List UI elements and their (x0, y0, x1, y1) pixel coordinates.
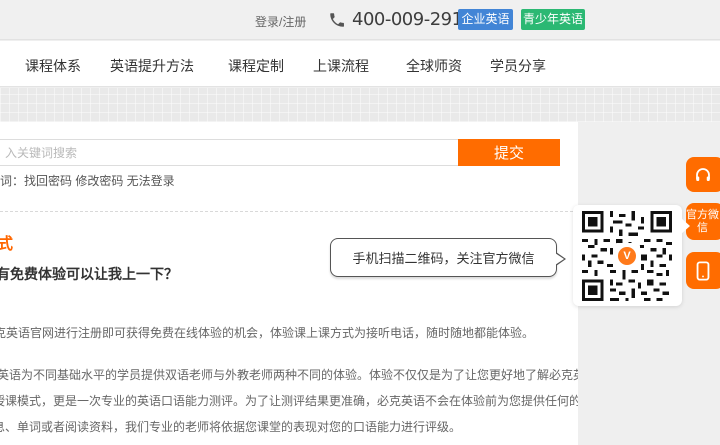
paragraph-line: 息、单词或者阅读资料，我们专业的老师将依据您课堂的表现对您的口语能力进行评级。 (0, 419, 461, 435)
paragraph-line: 授课模式，更是一次专业的英语口语能力测评。为了让测评结果更准确，必克英语不会在体… (0, 393, 578, 409)
paragraph-line: 克英语官网进行注册即可获得免费在线体验的机会，体验课上课方式为接听电话，随时随地… (0, 325, 534, 341)
mobile-phone-icon (695, 261, 711, 281)
login-register-link[interactable]: 登录/注册 (255, 13, 306, 30)
qr-tooltip-text: 手机扫描二维码，关注官方微信 (352, 248, 534, 267)
phone-icon (328, 11, 346, 29)
textured-band (0, 88, 720, 122)
corporate-english-button[interactable]: 企业英语 (458, 9, 513, 30)
nav-item-class-process[interactable]: 上课流程 (313, 56, 369, 76)
nav-item-improve-methods[interactable]: 英语提升方法 (110, 56, 194, 76)
sidebar-wechat-label: 官方微信 (686, 209, 719, 235)
nav-item-course-system[interactable]: 课程体系 (25, 56, 81, 76)
nav-item-global-teachers[interactable]: 全球师资 (406, 56, 462, 76)
sidebar-wechat-button[interactable]: 官方微信 (686, 203, 720, 240)
hot-keywords-links[interactable]: 词：找回密码 修改密码 无法登录 (0, 172, 175, 189)
headphones-icon (694, 166, 712, 184)
dashed-divider (0, 211, 578, 212)
paragraph-line: 英语为不同基础水平的学员提供双语老师与外教老师两种不同的体验。体验不仅仅是为了让… (0, 367, 578, 383)
wechat-qr-popup: V (573, 205, 682, 306)
main-panel: 提交 词：找回密码 修改密码 无法登录 式 有免费体验可以让我上一下？ 克英语官… (0, 122, 578, 445)
qr-tooltip-bubble: 手机扫描二维码，关注官方微信 (330, 238, 557, 277)
top-bar: 登录/注册 400-009-2911 企业英语 青少年英语 (0, 0, 720, 40)
nav-item-course-custom[interactable]: 课程定制 (228, 56, 284, 76)
section-title: 式 (0, 230, 13, 254)
page: 登录/注册 400-009-2911 企业英语 青少年英语 课程体系 英语提升方… (0, 0, 720, 445)
search-input[interactable] (0, 139, 460, 166)
nav-item-student-share[interactable]: 学员分享 (490, 56, 546, 76)
sidebar-mobile-button[interactable] (686, 252, 720, 289)
main-nav: 课程体系 英语提升方法 课程定制 上课流程 全球师资 学员分享 (0, 41, 720, 87)
teen-english-button[interactable]: 青少年英语 (521, 9, 585, 30)
faq-question: 有免费体验可以让我上一下？ (0, 264, 178, 284)
search-submit-button[interactable]: 提交 (458, 139, 560, 166)
hotline-number: 400-009-2911 (352, 9, 474, 30)
sidebar-audio-button[interactable] (686, 157, 720, 192)
qr-center-logo: V (614, 243, 640, 269)
